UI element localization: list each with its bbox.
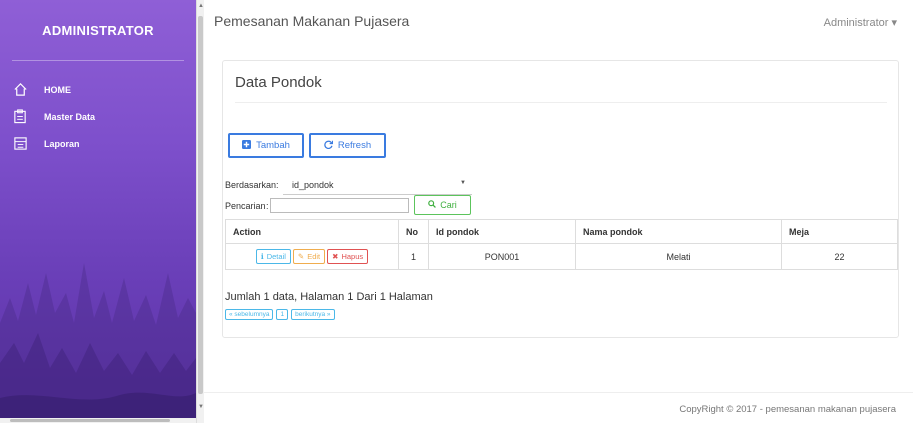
next-page-button[interactable]: berikutnya » (291, 309, 335, 320)
column-header-id-pondok: Id pondok (428, 219, 576, 244)
pagination: « sebelumnya 1 berikutnya » (225, 309, 335, 320)
sidebar-nav: HOME Master Data Laporan (0, 76, 196, 157)
main-panel: Data Pondok Tambah Refresh Berdasarkan: … (222, 60, 899, 338)
detail-button[interactable]: ℹ Detail (255, 249, 291, 264)
footer-copyright: CopyRight © 2017 - pemesanan makanan puj… (679, 404, 896, 415)
pondok-table: Action No Id pondok Nama pondok Meja ℹ De… (225, 219, 898, 270)
table-row: ℹ Detail ✎ Edit ✖ Hapus 1 PON001 Melati 22 (225, 243, 898, 270)
page-title: Data Pondok (235, 74, 322, 91)
user-menu-dropdown[interactable]: Administrator ▾ (824, 16, 897, 29)
action-cell: ℹ Detail ✎ Edit ✖ Hapus (225, 243, 399, 270)
title-divider (235, 102, 887, 103)
cari-button[interactable]: Cari (414, 195, 471, 215)
app-title: Pemesanan Makanan Pujasera (214, 13, 410, 29)
page-number-button[interactable]: 1 (276, 309, 289, 320)
refresh-label: Refresh (337, 140, 372, 151)
clipboard-icon (12, 109, 28, 125)
edit-label: Edit (307, 252, 321, 261)
report-icon (12, 136, 28, 152)
sidebar-item-laporan[interactable]: Laporan (0, 130, 196, 157)
close-icon: ✖ (332, 252, 339, 261)
previous-page-button[interactable]: « sebelumnya (225, 309, 274, 320)
sidebar-item-label: HOME (44, 84, 71, 95)
select-value: id_pondok (292, 179, 334, 190)
cell-no: 1 (398, 243, 429, 270)
hapus-button[interactable]: ✖ Hapus (327, 249, 369, 264)
plus-square-icon (242, 139, 252, 152)
refresh-button[interactable]: Refresh (309, 133, 386, 158)
home-icon (12, 82, 28, 98)
chevron-down-icon: ▼ (460, 180, 466, 186)
edit-icon: ✎ (297, 252, 305, 261)
cell-id-pondok: PON001 (428, 243, 576, 270)
pagination-summary: Jumlah 1 data, Halaman 1 Dari 1 Halaman (225, 291, 433, 303)
brand-divider (12, 60, 184, 61)
berdasarkan-label: Berdasarkan: (225, 180, 279, 190)
refresh-icon (324, 140, 333, 152)
column-header-meja: Meja (781, 219, 898, 244)
sidebar-vertical-scrollbar[interactable]: ▲ ▼ (196, 0, 204, 423)
sidebar-item-home[interactable]: HOME (0, 76, 196, 103)
sidebar: ADMINISTRATOR HOME Master Data Laporan (0, 0, 196, 423)
pencarian-colon: : (266, 201, 269, 211)
edit-button[interactable]: ✎ Edit (292, 249, 326, 264)
table-header-row: Action No Id pondok Nama pondok Meja (225, 219, 898, 244)
cari-label: Cari (440, 200, 457, 210)
pencarian-label: Pencarian (225, 201, 266, 211)
info-icon: ℹ (260, 252, 264, 261)
search-input[interactable] (270, 198, 409, 213)
forest-background-image (0, 263, 196, 423)
tambah-label: Tambah (256, 140, 290, 151)
scrollbar-thumb[interactable] (198, 16, 203, 394)
cell-meja: 22 (781, 243, 898, 270)
detail-label: Detail (266, 252, 286, 261)
berdasarkan-select[interactable]: id_pondok ▼ (283, 175, 472, 195)
sidebar-item-label: Master Data (44, 111, 96, 122)
cell-nama-pondok: Melati (575, 243, 782, 270)
sidebar-horizontal-scrollbar[interactable] (0, 418, 196, 423)
brand-title: ADMINISTRATOR (42, 22, 154, 38)
sidebar-item-label: Laporan (44, 138, 80, 149)
column-header-no: No (398, 219, 429, 244)
column-header-action: Action (225, 219, 399, 244)
sidebar-item-master-data[interactable]: Master Data (0, 103, 196, 130)
column-header-nama-pondok: Nama pondok (575, 219, 782, 244)
scrollbar-thumb[interactable] (10, 419, 170, 422)
search-icon (428, 200, 437, 210)
scroll-down-icon[interactable]: ▼ (198, 403, 204, 411)
footer-divider (204, 392, 913, 393)
tambah-button[interactable]: Tambah (228, 133, 304, 158)
top-bar: Pemesanan Makanan Pujasera Administrator… (204, 0, 913, 44)
hapus-label: Hapus (341, 252, 364, 261)
